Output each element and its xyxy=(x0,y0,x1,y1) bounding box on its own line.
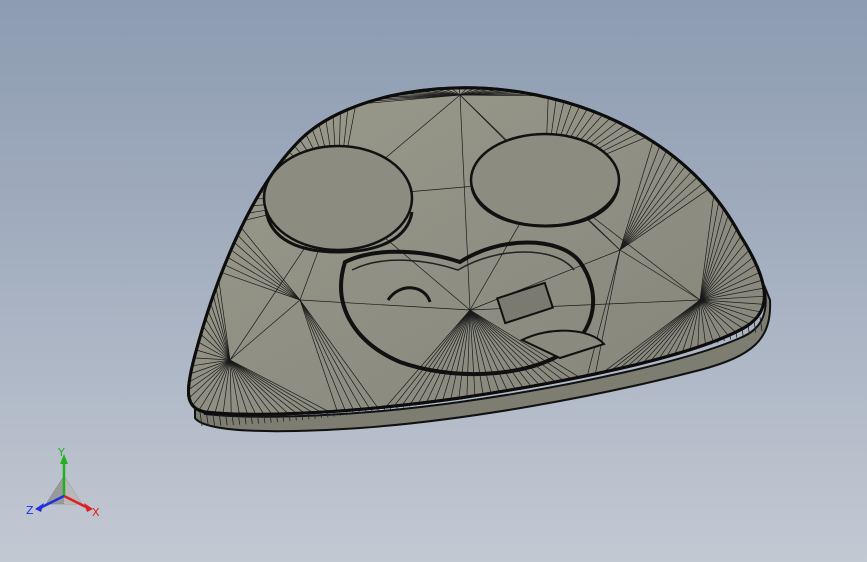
y-axis-label: Y xyxy=(57,446,65,459)
right-ear-feature xyxy=(469,132,621,228)
left-ear-feature xyxy=(262,144,414,254)
x-axis-label: X xyxy=(92,506,100,519)
guitar-pick-model[interactable] xyxy=(0,0,867,562)
z-axis-label: Z xyxy=(26,504,34,517)
graphics-viewport[interactable]: Y X Z xyxy=(0,0,867,562)
view-orientation-triad[interactable]: Y X Z xyxy=(22,446,106,526)
